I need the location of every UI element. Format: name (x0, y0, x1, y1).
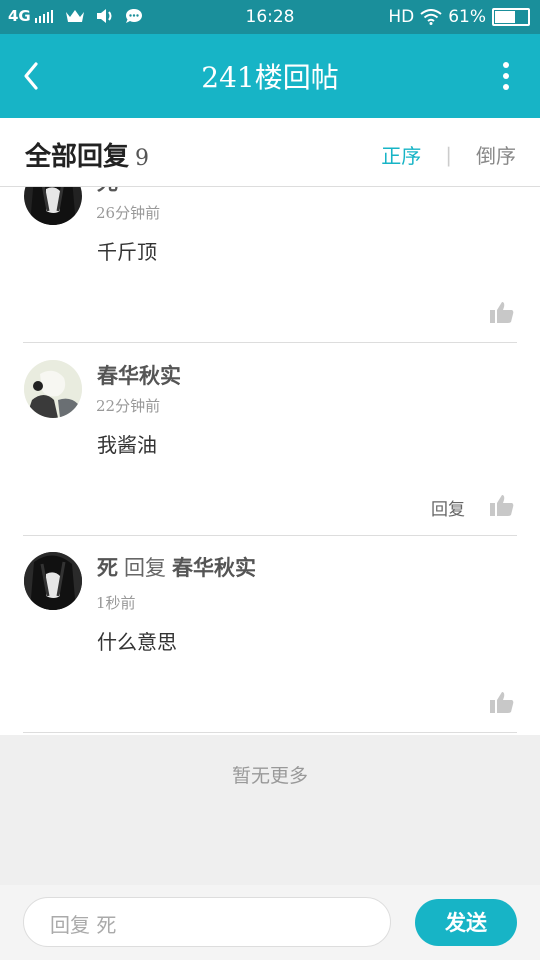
reply-time: 22分钟前 (96, 397, 161, 415)
list-footer: 暂无更多 (0, 735, 540, 885)
avatar[interactable] (24, 552, 82, 610)
sort-descending-button[interactable]: 倒序 (476, 140, 516, 169)
wifi-icon (420, 9, 442, 25)
reply-target[interactable]: 春华秋实 (172, 555, 256, 580)
status-bar: 4G 16:28 HD 61% (0, 0, 540, 34)
all-replies-label: 全部回复 (25, 142, 130, 172)
divider (23, 732, 517, 733)
like-icon[interactable] (490, 301, 514, 323)
avatar[interactable] (24, 360, 82, 418)
reply-count: 9 (135, 146, 150, 171)
reply-input-placeholder: 回复 死 (50, 913, 117, 937)
send-button[interactable]: 发送 (415, 899, 517, 946)
reply-item: 春华秋实 22分钟前 我酱油 回复 (0, 343, 540, 536)
reply-author-line: 死回复 春华秋实 (97, 552, 256, 582)
reply-content: 我酱油 (97, 433, 157, 457)
hd-label: HD (388, 7, 415, 27)
reply-button[interactable]: 回复 (431, 495, 465, 520)
reply-time: 26分钟前 (96, 204, 161, 222)
reply-time: 1秒前 (96, 594, 136, 612)
reply-list: 死 26分钟前 千斤顶 春华秋实 22分钟前 我酱油 回复 死回复春华秋实 1秒… (0, 187, 540, 734)
like-icon[interactable] (490, 691, 514, 713)
sort-options: 正序 | 倒序 (381, 140, 516, 169)
like-icon[interactable] (490, 494, 514, 516)
reply-input[interactable]: 回复 死 (23, 897, 391, 947)
sort-separator: | (445, 142, 452, 167)
reply-filter-bar: 全部回复 9 正序 | 倒序 (0, 118, 540, 187)
reply-input-bar: 回复 死 发送 (0, 885, 540, 960)
more-menu-icon[interactable] (502, 62, 510, 90)
reply-author[interactable]: 死 (97, 555, 118, 580)
page-title: 241楼回帖 (201, 61, 339, 94)
reply-author[interactable]: 春华秋实 (97, 360, 181, 390)
no-more-text: 暂无更多 (231, 765, 308, 787)
battery-icon (492, 8, 530, 26)
reply-content: 什么意思 (97, 630, 177, 654)
reply-word: 回复 (124, 556, 166, 580)
title-bar: 241楼回帖 (0, 34, 540, 118)
reply-author[interactable]: 死 (97, 187, 118, 197)
reply-item: 死 26分钟前 千斤顶 (0, 187, 540, 343)
reply-content: 千斤顶 (97, 240, 157, 264)
reply-item: 死回复 春华秋实 1秒前 什么意思 (0, 536, 540, 733)
battery-percent: 61% (448, 7, 486, 27)
sort-ascending-button[interactable]: 正序 (381, 140, 421, 169)
avatar[interactable] (24, 187, 82, 225)
all-replies-heading: 全部回复 9 (25, 136, 149, 173)
